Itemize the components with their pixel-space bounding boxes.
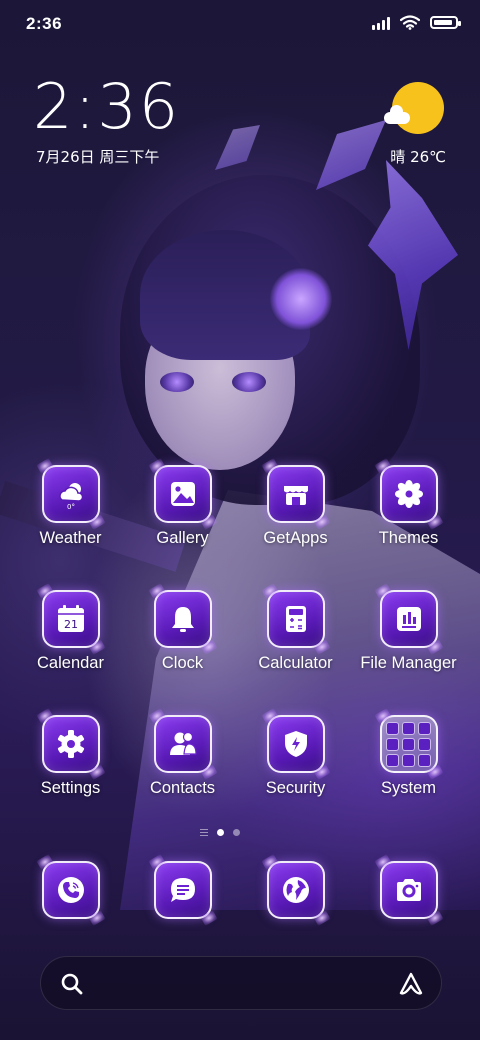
flower-icon <box>394 480 423 508</box>
getapps-app-icon <box>266 465 325 523</box>
status-time: 2:36 <box>26 14 63 33</box>
status-bar: 2:36 <box>0 0 480 50</box>
gallery-icon <box>170 482 195 506</box>
store-icon <box>283 486 308 505</box>
wallpaper-eye <box>232 372 266 392</box>
app-contacts[interactable]: Contacts <box>126 715 239 798</box>
app-calculator[interactable]: Calculator <box>239 590 352 673</box>
clock-widget-date[interactable]: 7月26日 周三下午 <box>36 146 159 167</box>
dock-phone[interactable] <box>14 861 127 919</box>
themes-app-icon <box>379 465 438 523</box>
calculator-icon <box>285 606 306 632</box>
camera-app-icon <box>379 861 438 919</box>
message-icon <box>170 878 195 902</box>
page-indicator[interactable] <box>200 829 240 836</box>
browser-app-icon <box>266 861 325 919</box>
app-label-themes: Themes <box>378 529 439 547</box>
file-manager-app-icon <box>379 590 438 648</box>
dock-camera[interactable] <box>352 861 465 919</box>
weather-widget-text: 晴 26℃ <box>390 148 446 166</box>
app-label-system: System <box>380 779 436 797</box>
signal-icon <box>372 16 390 30</box>
app-themes[interactable]: Themes <box>352 465 465 548</box>
app-label-calculator: Calculator <box>258 654 333 672</box>
app-label-gallery: Gallery <box>156 529 209 547</box>
app-label-file-manager: File Manager <box>360 654 457 672</box>
search-bar[interactable] <box>40 956 442 1010</box>
file-manager-icon <box>396 607 421 631</box>
weather-icon: 0° <box>58 483 83 510</box>
app-label-calendar: Calendar <box>37 654 104 672</box>
battery-icon <box>430 16 461 29</box>
clock-app-icon <box>153 590 212 648</box>
app-getapps[interactable]: GetApps <box>239 465 352 548</box>
feed-page-icon[interactable] <box>200 829 208 836</box>
messages-app-icon <box>153 861 212 919</box>
weather-app-icon: 0° <box>41 465 100 523</box>
weather-widget[interactable]: 晴 26℃ <box>366 82 446 172</box>
dock-browser[interactable] <box>239 861 352 919</box>
calendar-badge: 21 <box>64 618 78 631</box>
cloud-icon <box>384 105 410 124</box>
bell-icon <box>171 607 194 632</box>
search-icon[interactable] <box>59 971 85 997</box>
weather-icon-temp: 0° <box>67 503 75 510</box>
phone-icon <box>57 877 84 903</box>
clock-widget-time[interactable]: 2:36 <box>33 76 180 138</box>
contacts-app-icon <box>153 715 212 773</box>
settings-app-icon <box>41 715 100 773</box>
calendar-app-icon: 21 <box>41 590 100 648</box>
app-settings[interactable]: Settings <box>14 715 127 798</box>
app-clock[interactable]: Clock <box>126 590 239 673</box>
contacts-icon <box>169 731 197 755</box>
shield-icon <box>284 731 307 757</box>
dock-messages[interactable] <box>126 861 239 919</box>
app-label-weather: Weather <box>39 529 102 547</box>
page-dot[interactable] <box>233 829 240 836</box>
camera-icon <box>396 879 421 901</box>
calendar-icon: 21 <box>57 605 84 632</box>
assistant-icon[interactable] <box>397 970 425 998</box>
gear-icon <box>57 730 84 758</box>
app-weather[interactable]: 0° Weather <box>14 465 127 548</box>
app-system-folder[interactable]: System <box>352 715 465 798</box>
calculator-app-icon <box>266 590 325 648</box>
app-gallery[interactable]: Gallery <box>126 465 239 548</box>
wallpaper-flower <box>270 268 332 330</box>
page-dot-active[interactable] <box>217 829 224 836</box>
app-security[interactable]: Security <box>239 715 352 798</box>
wallpaper-butterfly <box>215 125 260 170</box>
phone-app-icon <box>41 861 100 919</box>
security-app-icon <box>266 715 325 773</box>
app-label-settings: Settings <box>40 779 101 797</box>
app-label-security: Security <box>265 779 326 797</box>
system-folder-icon <box>379 715 438 773</box>
app-file-manager[interactable]: File Manager <box>352 590 465 673</box>
browser-icon <box>282 877 309 903</box>
app-calendar[interactable]: 21 Calendar <box>14 590 127 673</box>
gallery-app-icon <box>153 465 212 523</box>
folder-icon <box>386 721 431 767</box>
wallpaper-eye <box>160 372 194 392</box>
status-icons <box>372 15 461 30</box>
app-label-clock: Clock <box>161 654 204 672</box>
app-label-getapps: GetApps <box>263 529 328 547</box>
wifi-icon <box>400 15 420 30</box>
app-label-contacts: Contacts <box>149 779 216 797</box>
